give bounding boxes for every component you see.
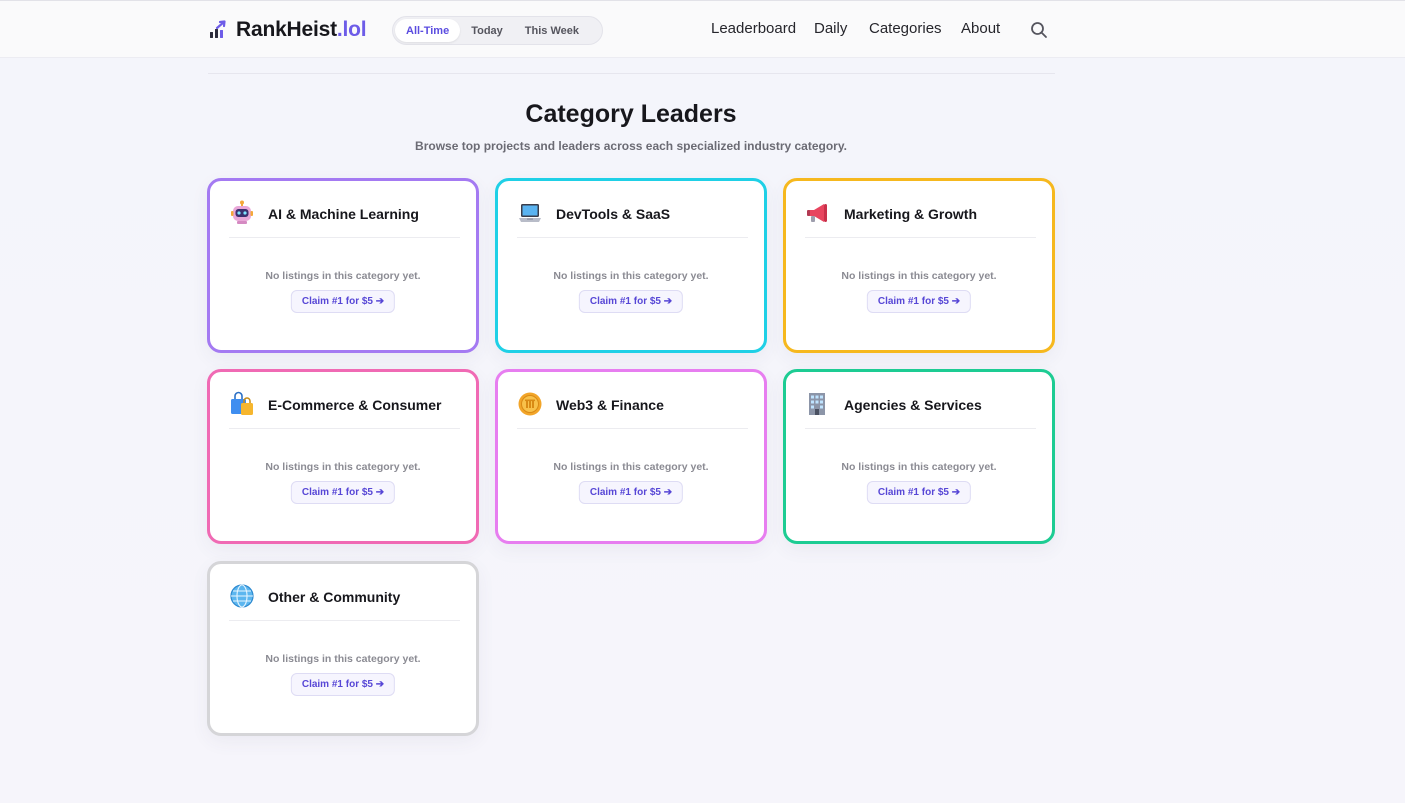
page-title: Category Leaders	[525, 100, 737, 128]
time-range-toggle: All-Time Today This Week	[392, 16, 603, 45]
card-title: Web3 & Finance	[556, 397, 664, 413]
nav-leaderboard-link[interactable]: Leaderboard	[711, 20, 796, 37]
shopping-bags-icon	[229, 391, 255, 417]
brand-logo-link[interactable]: RankHeist.lol	[208, 18, 367, 42]
office-building-icon	[805, 391, 831, 417]
claim-first-spot-button[interactable]: Claim #1 for $5 ➔	[578, 290, 684, 313]
filter-today-button[interactable]: Today	[460, 19, 514, 42]
search-icon	[1029, 22, 1049, 44]
megaphone-icon	[805, 200, 831, 226]
category-card-marketing-growth: Marketing & Growth No listings in this c…	[783, 178, 1055, 353]
card-header: Agencies & Services	[805, 391, 1036, 429]
page-subtitle: Browse top projects and leaders across e…	[415, 139, 847, 153]
nav-daily-link[interactable]: Daily	[814, 20, 847, 37]
claim-first-spot-button[interactable]: Claim #1 for $5 ➔	[290, 481, 396, 504]
card-header: E-Commerce & Consumer	[229, 391, 460, 429]
empty-state-text: No listings in this category yet.	[553, 270, 709, 282]
empty-state-text: No listings in this category yet.	[553, 461, 709, 473]
claim-first-spot-button[interactable]: Claim #1 for $5 ➔	[866, 481, 972, 504]
card-title: AI & Machine Learning	[268, 206, 419, 222]
category-card-agencies-services: Agencies & Services No listings in this …	[783, 369, 1055, 544]
card-header: AI & Machine Learning	[229, 200, 460, 238]
filter-all-time-button[interactable]: All-Time	[395, 19, 461, 42]
claim-first-spot-button[interactable]: Claim #1 for $5 ➔	[578, 481, 684, 504]
laptop-icon	[517, 200, 543, 226]
category-card-ai-ml: AI & Machine Learning No listings in thi…	[207, 178, 479, 353]
filter-this-week-button[interactable]: This Week	[514, 19, 590, 42]
empty-state-text: No listings in this category yet.	[265, 270, 421, 282]
empty-state-text: No listings in this category yet.	[265, 653, 421, 665]
empty-state-text: No listings in this category yet.	[841, 461, 997, 473]
search-button[interactable]	[1029, 20, 1049, 40]
category-card-ecommerce-consumer: E-Commerce & Consumer No listings in thi…	[207, 369, 479, 544]
nav-about-link[interactable]: About	[961, 20, 1000, 37]
globe-icon	[229, 583, 255, 609]
card-header: Marketing & Growth	[805, 200, 1036, 238]
nav-categories-link[interactable]: Categories	[869, 20, 942, 37]
empty-state-text: No listings in this category yet.	[265, 461, 421, 473]
card-header: DevTools & SaaS	[517, 200, 748, 238]
category-card-other-community: Other & Community No listings in this ca…	[207, 561, 479, 736]
brand-name: RankHeist.lol	[236, 18, 367, 42]
empty-state-text: No listings in this category yet.	[841, 270, 997, 282]
brand-name-main: RankHeist	[236, 18, 337, 41]
top-navigation-bar: RankHeist.lol All-Time Today This Week L…	[0, 0, 1405, 58]
claim-first-spot-button[interactable]: Claim #1 for $5 ➔	[290, 290, 396, 313]
card-header: Other & Community	[229, 583, 460, 621]
card-title: Other & Community	[268, 589, 401, 605]
card-header: Web3 & Finance	[517, 391, 748, 429]
brand-tld: .lol	[336, 18, 367, 41]
card-title: Marketing & Growth	[844, 206, 978, 222]
category-card-web3-finance: Web3 & Finance No listings in this categ…	[495, 369, 767, 544]
chart-arrow-up-icon	[208, 20, 228, 40]
robot-icon	[229, 200, 255, 226]
card-title: DevTools & SaaS	[556, 206, 671, 222]
card-title: E-Commerce & Consumer	[268, 397, 442, 413]
claim-first-spot-button[interactable]: Claim #1 for $5 ➔	[290, 673, 396, 696]
section-divider	[208, 73, 1055, 74]
coin-icon	[517, 391, 543, 417]
claim-first-spot-button[interactable]: Claim #1 for $5 ➔	[866, 290, 972, 313]
category-card-devtools-saas: DevTools & SaaS No listings in this cate…	[495, 178, 767, 353]
card-title: Agencies & Services	[844, 397, 982, 413]
